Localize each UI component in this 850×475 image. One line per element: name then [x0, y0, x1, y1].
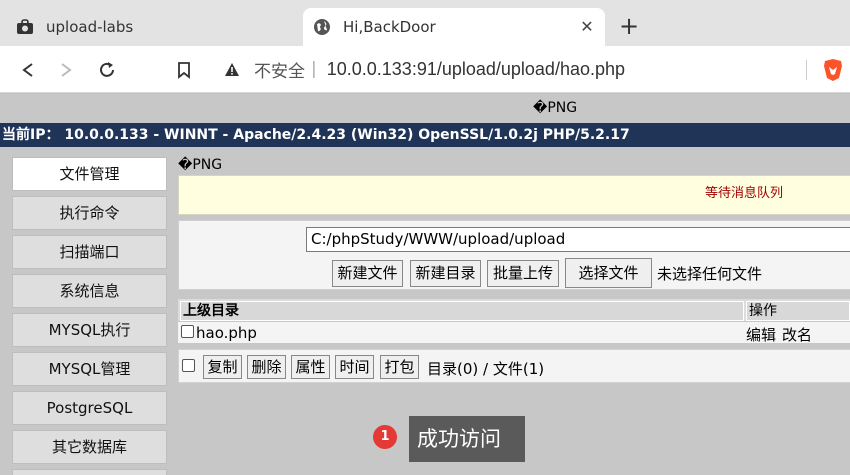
copy-button[interactable]: 复制 — [203, 355, 242, 379]
bookmark-icon — [178, 61, 190, 79]
sidebar-item-system-info[interactable]: 系统信息 — [12, 274, 167, 308]
sidebar-item-other-db[interactable]: 其它数据库 — [12, 430, 167, 464]
edit-link[interactable]: 编辑 — [746, 326, 776, 344]
tab-title: upload-labs — [46, 18, 134, 36]
forward-arrow-icon — [61, 63, 72, 77]
message-queue-text: 等待消息队列 — [705, 186, 784, 201]
security-label: 不安全 — [254, 61, 305, 82]
file-row-actions: 编辑 改名 — [746, 324, 818, 345]
choose-file-button[interactable]: 选择文件 — [565, 258, 652, 288]
tab-upload-labs[interactable]: upload-labs — [8, 8, 298, 46]
new-directory-button[interactable]: 新建目录 — [410, 260, 481, 287]
tab-title: Hi,BackDoor — [343, 18, 436, 36]
delete-button[interactable]: 删除 — [247, 355, 286, 379]
pack-button[interactable]: 打包 — [380, 355, 419, 379]
address-bar[interactable]: 不安全 | 10.0.0.133:91/upload/upload/hao.ph… — [212, 52, 802, 86]
server-info-bar: 当前IP： 10.0.0.133 - WINNT - Apache/2.4.23… — [0, 123, 850, 147]
browser-toolbar: 不安全 | 10.0.0.133:91/upload/upload/hao.ph… — [0, 46, 850, 93]
parent-directory-link[interactable]: 上级目录 — [180, 301, 744, 321]
sidebar-item-mysql-exec[interactable]: MYSQL执行 — [12, 313, 167, 347]
sidebar-item-file-manager[interactable]: 文件管理 — [12, 157, 167, 191]
message-queue-bar: 等待消息队列 — [178, 175, 850, 215]
brave-shield-icon[interactable] — [822, 58, 844, 82]
sidebar-item-mysql-manage[interactable]: MYSQL管理 — [12, 352, 167, 386]
back-arrow-icon — [22, 63, 33, 77]
dir-file-count: 目录(0) / 文件(1) — [427, 360, 545, 378]
select-all-checkbox[interactable] — [182, 359, 195, 372]
sidebar-item-execute-command[interactable]: 执行命令 — [12, 196, 167, 230]
new-tab-button[interactable]: + — [616, 14, 642, 40]
address-separator: | — [311, 59, 317, 79]
sidebar-item-scan-port[interactable]: 扫描端口 — [12, 235, 167, 269]
success-tooltip: 成功访问 — [409, 416, 525, 462]
tab-hi-backdoor[interactable]: Hi,BackDoor ✕ — [303, 8, 605, 46]
file-name-link[interactable]: hao.php — [196, 324, 257, 342]
time-button[interactable]: 时间 — [335, 355, 374, 379]
reload-icon — [100, 62, 114, 77]
toolbar-divider — [806, 60, 807, 80]
attributes-button[interactable]: 属性 — [291, 355, 330, 379]
url-text: 10.0.0.133:91/upload/upload/hao.php — [326, 58, 626, 79]
warning-icon[interactable] — [224, 62, 246, 77]
no-file-chosen-label: 未选择任何文件 — [657, 265, 763, 283]
cloud-lock-icon — [16, 18, 34, 36]
close-tab-icon[interactable]: ✕ — [577, 17, 597, 37]
forward-button[interactable] — [54, 58, 78, 82]
batch-upload-button[interactable]: 批量上传 — [487, 260, 559, 287]
sidebar-item-next[interactable] — [12, 469, 167, 475]
webshell-page: �PNG 当前IP： 10.0.0.133 - WINNT - Apache/2… — [0, 94, 850, 475]
rename-link[interactable]: 改名 — [782, 326, 812, 344]
reload-button[interactable] — [95, 58, 119, 82]
png-header-text: �PNG — [533, 100, 578, 116]
tab-strip: upload-labs Hi,BackDoor ✕ + — [0, 0, 850, 46]
file-row-checkbox[interactable] — [181, 325, 194, 338]
sidebar-item-postgresql[interactable]: PostgreSQL — [12, 391, 167, 425]
globe-icon — [313, 18, 331, 36]
new-file-button[interactable]: 新建文件 — [332, 260, 403, 287]
path-input[interactable]: C:/phpStudy/WWW/upload/upload — [306, 227, 850, 252]
annotation-badge: 1 — [373, 425, 397, 449]
operation-header: 操作 — [746, 301, 850, 321]
png-text: �PNG — [178, 157, 223, 173]
back-button[interactable] — [16, 58, 40, 82]
bookmark-button[interactable] — [172, 58, 196, 82]
